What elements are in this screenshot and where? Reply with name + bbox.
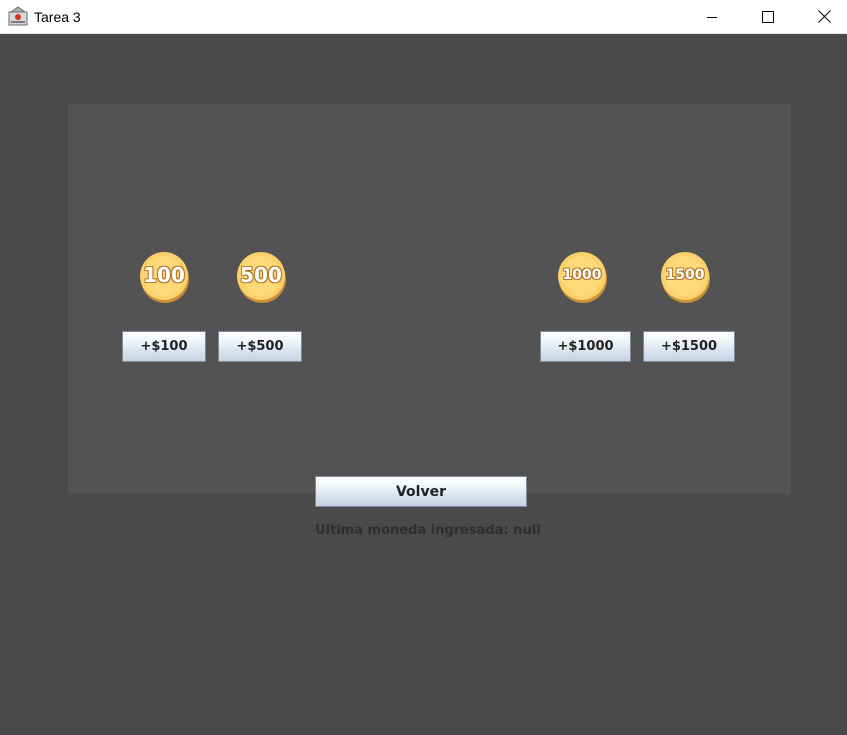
add-100-button[interactable]: +$100: [122, 331, 206, 362]
java-app-icon: [8, 6, 28, 26]
window-title: Tarea 3: [34, 9, 81, 25]
coin-100-label: 100: [143, 263, 185, 287]
minimize-button[interactable]: [689, 0, 735, 33]
maximize-icon: [762, 10, 774, 23]
add-1500-button[interactable]: +$1500: [643, 331, 735, 362]
close-icon: [817, 10, 831, 23]
coin-100-icon: 100: [139, 251, 191, 303]
coin-500-label: 500: [240, 263, 282, 287]
add-500-button[interactable]: +$500: [218, 331, 302, 362]
close-button[interactable]: [801, 0, 847, 33]
maximize-button[interactable]: [745, 0, 791, 33]
add-1000-button[interactable]: +$1000: [540, 331, 631, 362]
coin-1000-icon: 1000: [557, 251, 609, 303]
coin-500-icon: 500: [236, 251, 288, 303]
volver-button[interactable]: Volver: [315, 476, 527, 507]
minimize-icon: [707, 16, 717, 18]
coin-1500-icon: 1500: [660, 251, 712, 303]
title-bar[interactable]: Tarea 3: [0, 0, 847, 34]
coin-1500-label: 1500: [665, 267, 705, 283]
app-window: Tarea 3 100 500 1000 1500 +$100 +$500 +$…: [0, 0, 847, 735]
last-coin-status: Ultima moneda ingresada: null: [315, 523, 541, 538]
coin-1000-label: 1000: [562, 267, 602, 283]
